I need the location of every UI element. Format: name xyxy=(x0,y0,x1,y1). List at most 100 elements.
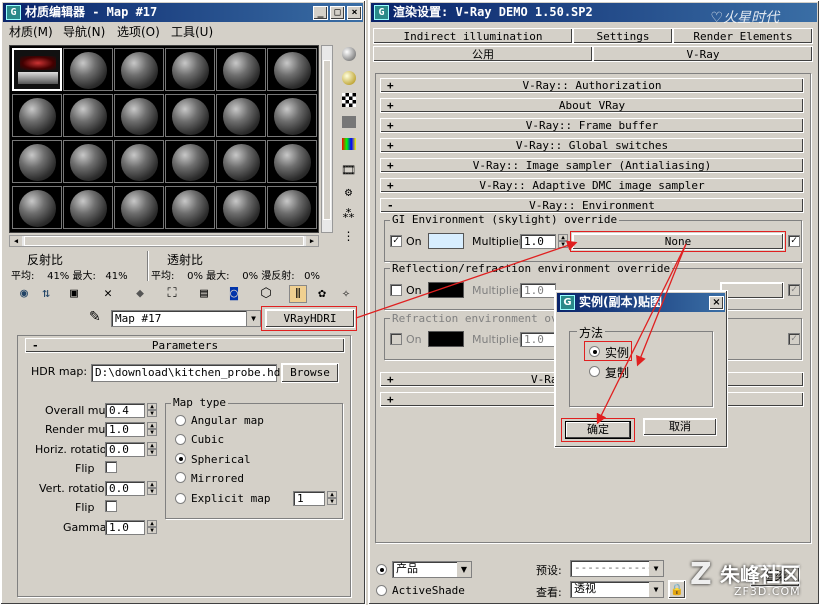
gi-color-swatch[interactable] xyxy=(428,233,464,249)
sample-slot[interactable] xyxy=(114,140,164,183)
sample-slot[interactable] xyxy=(63,48,113,91)
gi-multiplier-spinner[interactable]: ▲ ▼ xyxy=(558,234,568,248)
radio-explicit-map[interactable] xyxy=(175,493,186,504)
make-unique-icon[interactable]: ◆ xyxy=(131,285,149,303)
map-name-dropdown[interactable]: Map #17 ▼ xyxy=(111,310,261,327)
vert-rotation-field[interactable]: 0.0 xyxy=(105,481,145,496)
tab-indirect-illumination[interactable]: Indirect illumination xyxy=(373,28,573,44)
tab-vray[interactable]: V-Ray xyxy=(593,46,813,62)
sample-slot[interactable] xyxy=(165,48,215,91)
flip-horiz-checkbox[interactable] xyxy=(105,461,117,473)
sample-type-sphere-icon[interactable] xyxy=(339,47,358,65)
material-effects-icon[interactable]: ▤ xyxy=(195,285,213,303)
rollout-about-vray[interactable]: + About VRay xyxy=(380,98,804,113)
radio-copy[interactable] xyxy=(589,366,600,377)
sample-slot[interactable] xyxy=(114,94,164,137)
radio-production[interactable] xyxy=(376,564,387,575)
background-checker-icon[interactable] xyxy=(339,93,358,111)
flip-vert-checkbox[interactable] xyxy=(105,500,117,512)
sample-slot[interactable] xyxy=(114,186,164,229)
sample-slot[interactable] xyxy=(267,186,317,229)
explicit-map-channel-spinner[interactable]: ▲ ▼ xyxy=(327,491,337,505)
browse-button[interactable]: Browse xyxy=(281,363,339,383)
sample-slot[interactable] xyxy=(267,94,317,137)
sample-slot[interactable] xyxy=(63,94,113,137)
pick-material-icon[interactable]: ✧ xyxy=(337,285,355,303)
sample-slot[interactable] xyxy=(63,186,113,229)
sample-slot[interactable] xyxy=(216,186,266,229)
tab-render-elements[interactable]: Render Elements xyxy=(673,28,813,44)
vert-rotation-spinner[interactable]: ▲ ▼ xyxy=(147,481,157,495)
parameters-rollout-header[interactable]: - Parameters xyxy=(25,338,345,353)
dialog-titlebar[interactable]: G 实例(副本)贴图 × xyxy=(557,293,725,312)
menu-navigation[interactable]: 导航(N) xyxy=(63,23,105,40)
dialog-close-button[interactable]: × xyxy=(709,296,724,310)
radio-spherical[interactable] xyxy=(175,453,186,464)
eyedropper-icon[interactable]: ✎ xyxy=(89,309,101,325)
sample-slot-selected[interactable] xyxy=(12,48,62,91)
rollout-image-sampler[interactable]: + V-Ray:: Image sampler (Antialiasing) xyxy=(380,158,804,173)
render-mult-spinner[interactable]: ▲ ▼ xyxy=(147,422,157,436)
vertical-scrollbar[interactable] xyxy=(321,45,333,233)
make-preview-icon[interactable]: 🎞 xyxy=(339,161,358,179)
horiz-rotation-field[interactable]: 0.0 xyxy=(105,442,145,457)
assign-material-icon[interactable]: ▣ xyxy=(65,285,83,303)
material-map-navigator-icon[interactable]: ⋮ xyxy=(339,227,358,245)
select-by-material-icon[interactable]: ⁂ xyxy=(339,205,358,223)
sample-slot[interactable] xyxy=(12,186,62,229)
minimize-button[interactable]: _ xyxy=(313,6,328,20)
refr-on-checkbox[interactable] xyxy=(390,333,402,345)
get-material-icon[interactable]: ◉ xyxy=(15,285,33,303)
hdr-path-field[interactable]: D:\download\kitchen_probe.hdr xyxy=(91,364,287,382)
render-mult-field[interactable]: 1.0 xyxy=(105,422,145,437)
put-to-library-icon[interactable]: ⛶ xyxy=(163,285,181,303)
maximize-button[interactable]: □ xyxy=(330,6,345,20)
sample-slot[interactable] xyxy=(165,186,215,229)
explicit-map-channel-field[interactable]: 1 xyxy=(293,491,325,506)
sample-slot[interactable] xyxy=(267,48,317,91)
cancel-button[interactable]: 取消 xyxy=(643,418,717,436)
close-button[interactable]: × xyxy=(347,6,362,20)
material-editor-titlebar[interactable]: G 材质编辑器 - Map #17 _ □ × xyxy=(3,3,363,22)
video-color-check-icon[interactable] xyxy=(339,137,358,155)
sample-slot[interactable] xyxy=(267,140,317,183)
production-dropdown[interactable]: 产品 ▼ xyxy=(392,561,472,578)
show-map-icon[interactable]: ◙ xyxy=(225,285,243,303)
preset-dropdown[interactable]: ---------------- ▼ xyxy=(570,560,664,588)
rollout-environment[interactable]: - V-Ray:: Environment xyxy=(380,198,804,213)
refl-multiplier-field[interactable]: 1.0 xyxy=(520,283,556,298)
go-to-parent-icon[interactable]: ⫴ xyxy=(289,285,307,303)
menu-utilities[interactable]: 工具(U) xyxy=(171,23,213,40)
refr-map-checkbox[interactable]: ✓ xyxy=(788,333,800,345)
radio-activeshade[interactable] xyxy=(376,585,387,596)
overall-mult-spinner[interactable]: ▲ ▼ xyxy=(147,403,157,417)
tab-common[interactable]: 公用 xyxy=(373,46,593,62)
overall-mult-field[interactable]: 0.4 xyxy=(105,403,145,418)
tab-settings[interactable]: Settings xyxy=(573,28,673,44)
go-forward-sibling-icon[interactable]: ✿ xyxy=(313,285,331,303)
refl-color-swatch[interactable] xyxy=(428,282,464,298)
menu-options[interactable]: 选项(O) xyxy=(117,23,160,40)
gi-on-checkbox[interactable]: ✓ xyxy=(390,235,402,247)
sample-slot[interactable] xyxy=(216,48,266,91)
rollout-frame-buffer[interactable]: + V-Ray:: Frame buffer xyxy=(380,118,804,133)
sample-slot[interactable] xyxy=(165,94,215,137)
sample-slot[interactable] xyxy=(63,140,113,183)
refl-on-checkbox[interactable] xyxy=(390,284,402,296)
lock-view-icon[interactable]: 🔒 xyxy=(668,580,686,599)
backlight-icon[interactable] xyxy=(339,71,358,89)
horiz-rotation-spinner[interactable]: ▲ ▼ xyxy=(147,442,157,456)
radio-mirrored-ball[interactable] xyxy=(175,472,186,483)
refl-map-button[interactable] xyxy=(720,282,784,299)
radio-cubic[interactable] xyxy=(175,434,186,445)
sample-slot[interactable] xyxy=(216,140,266,183)
sample-uv-tiling-icon[interactable] xyxy=(339,115,358,133)
rollout-global-switches[interactable]: + V-Ray:: Global switches xyxy=(380,138,804,153)
refr-multiplier-field[interactable]: 1.0 xyxy=(520,332,556,347)
gamma-field[interactable]: 1.0 xyxy=(105,520,145,535)
horizontal-scrollbar[interactable]: ◀ ▶ xyxy=(9,235,319,247)
rollout-adaptive-dmc[interactable]: + V-Ray:: Adaptive DMC image sampler xyxy=(380,178,804,193)
sample-slot[interactable] xyxy=(165,140,215,183)
menu-material[interactable]: 材质(M) xyxy=(9,23,53,40)
options-icon[interactable]: ⚙ xyxy=(339,183,358,201)
